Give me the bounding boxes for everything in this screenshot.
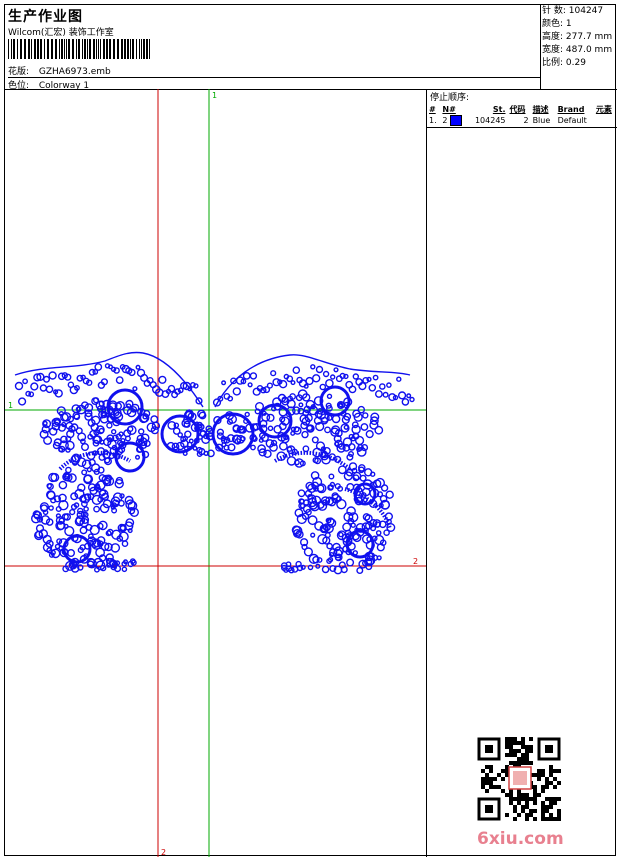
column-header: # — [429, 105, 436, 114]
green-axis-label-left: 1 — [8, 401, 13, 410]
table-row: 1. 2 104245 2 Blue Default — [427, 115, 617, 126]
stat-value: 1 — [565, 19, 572, 29]
page-title: 生产作业图 — [8, 9, 83, 25]
stop-sequence-table: # N# St. 代码 描述 Brand 元素 1. 2 104245 2 Bl… — [427, 104, 617, 128]
qr-code-image — [477, 737, 561, 821]
production-worksheet: 生产作业图 Wilcom(汇宏) 装饰工作室 花版: GZHA6973.emb … — [4, 4, 617, 857]
stat-height: 高度: 277.7 mm — [540, 31, 617, 44]
design-file-label: 花版: — [8, 67, 30, 77]
stat-label: 比例: — [542, 58, 564, 68]
stats-panel: 针 数: 104247 颜色: 1 高度: 277.7 mm 宽度: 487.0… — [540, 5, 617, 90]
studio-name: Wilcom(汇宏) 装饰工作室 — [8, 28, 114, 38]
row-description: Blue — [532, 116, 551, 125]
column-header: Brand — [557, 105, 585, 114]
embroidery-design — [14, 351, 415, 575]
row-index: 1. — [429, 116, 437, 125]
stat-label: 宽度: — [542, 45, 564, 55]
stat-colors: 颜色: 1 — [540, 18, 617, 31]
stop-sequence-title: 停止顺序: — [430, 93, 470, 103]
stat-label: 颜色: — [542, 19, 564, 29]
needle-number: 2 — [442, 116, 448, 125]
cluster-left-lower — [31, 459, 140, 573]
cluster-right-upper — [236, 389, 384, 468]
row-brand: Default — [557, 116, 587, 125]
red-axis-label-bottom: 2 — [161, 848, 166, 857]
row-element — [594, 115, 617, 126]
design-file-line: 花版: GZHA6973.emb — [8, 64, 111, 77]
green-axis-label-top: 1 — [212, 91, 217, 100]
column-header: 元素 — [595, 105, 612, 114]
ring-far-right — [319, 385, 351, 417]
table-header-row: # N# St. 代码 描述 Brand 元素 — [427, 104, 617, 115]
stat-value: 487.0 mm — [565, 45, 613, 55]
header-info: 生产作业图 Wilcom(汇宏) 装饰工作室 花版: GZHA6973.emb … — [5, 5, 541, 91]
row-code: 2 — [523, 116, 529, 125]
stat-width: 宽度: 487.0 mm — [540, 44, 617, 57]
ring-center-left — [160, 414, 200, 454]
stat-stitches: 针 数: 104247 — [540, 5, 617, 18]
design-file-value: GZHA6973.emb — [38, 67, 111, 77]
row-stitches: 104245 — [474, 116, 506, 125]
table-divider — [427, 126, 617, 128]
stat-label: 针 数: — [542, 6, 566, 16]
column-header: 描述 — [532, 105, 549, 114]
fringe-right — [273, 450, 352, 471]
site-watermark: 6xiu.com — [477, 829, 564, 849]
column-header: 代码 — [509, 105, 526, 114]
column-header: N# — [442, 105, 456, 114]
column-header: St. — [492, 105, 506, 114]
row-needle: 2 — [440, 115, 467, 126]
stat-value: 104247 — [568, 6, 604, 16]
stat-value: 0.29 — [565, 58, 586, 68]
barcode-image — [8, 39, 150, 59]
stat-label: 高度: — [542, 32, 564, 42]
embroidery-preview: 1 1 2 2 — [5, 89, 426, 857]
color-swatch — [450, 115, 463, 126]
red-axis-label-right: 2 — [413, 557, 418, 566]
stat-value: 277.7 mm — [565, 32, 613, 42]
stat-scale: 比例: 0.29 — [540, 57, 617, 70]
cluster-right-lower — [280, 462, 396, 575]
